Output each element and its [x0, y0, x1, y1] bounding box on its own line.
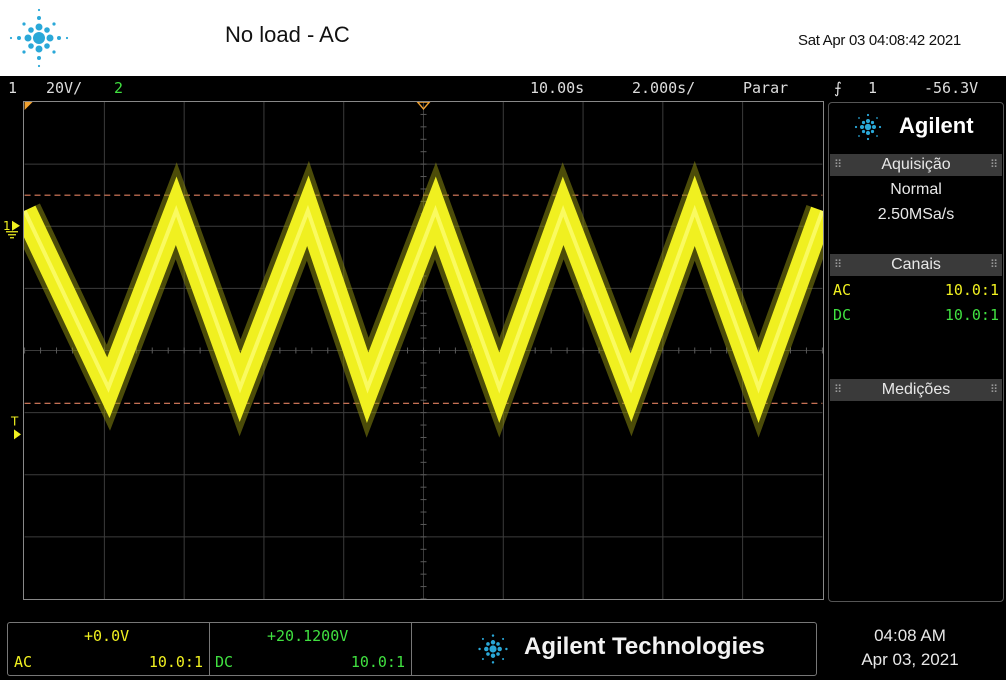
right-sidebar: Agilent ⠿ Aquisição ⠿ Normal 2.50MSa/s ⠿…: [828, 102, 1004, 602]
measurements-header[interactable]: ⠿ Medições ⠿: [830, 379, 1002, 401]
ch1-probe: 10.0:1: [148, 653, 203, 671]
channel-1-coupling: AC: [833, 281, 852, 299]
acquisition-mode: Normal: [890, 181, 942, 198]
sample-rate: 2.50MSa/s: [877, 206, 955, 223]
channel-2-coupling: DC: [833, 306, 852, 324]
clock-date: Apr 03, 2021: [861, 650, 959, 669]
ch1-number[interactable]: 1: [8, 79, 17, 97]
sidebar-brand: Agilent: [829, 103, 1003, 151]
ch1-scale[interactable]: 20V/: [46, 79, 82, 97]
channels-header-label: Canais: [891, 256, 941, 273]
trigger-slope-icon: ⨍: [834, 79, 842, 97]
page-title: No load - AC: [225, 22, 350, 47]
brand-footer: Agilent Technologies: [412, 623, 816, 675]
ch1-level-arrow: [12, 220, 20, 231]
time-scale[interactable]: 2.000s/: [632, 79, 695, 97]
run-state[interactable]: Parar: [743, 79, 788, 97]
graticule: [24, 102, 823, 599]
channels-header[interactable]: ⠿ Canais ⠿: [830, 254, 1002, 276]
ch2-coupling: DC: [215, 653, 234, 671]
time-delay[interactable]: 10.00s: [530, 79, 584, 97]
waveform-display[interactable]: [23, 101, 824, 600]
ch2-number[interactable]: 2: [114, 79, 123, 97]
acquisition-header[interactable]: ⠿ Aquisição ⠿: [830, 154, 1002, 176]
ch1-marker-icon: 1: [3, 219, 11, 233]
channel-1-probe: 10.0:1: [944, 281, 999, 299]
trigger-source[interactable]: 1: [868, 79, 877, 97]
bottom-channel-panel: +0.0V AC 10.0:1 +20.1200V DC 10.0:1 Agil…: [7, 622, 817, 676]
capture-timestamp: Sat Apr 03 04:08:42 2021: [798, 32, 961, 49]
clock-time: 04:08 AM: [874, 626, 946, 645]
agilent-spark-icon: [9, 8, 69, 68]
status-bar: 1 20V/ 2 10.00s 2.000s/ Parar ⨍ 1 -56.3V: [0, 76, 1006, 100]
ch1-coupling: AC: [14, 653, 33, 671]
clock: 04:08 AM Apr 03, 2021: [848, 624, 972, 672]
ch2-info-cell[interactable]: +20.1200V DC 10.0:1: [209, 623, 412, 675]
trigger-level[interactable]: -56.3V: [924, 79, 978, 97]
ch2-offset: +20.1200V: [267, 627, 349, 645]
agilent-spark-icon: [478, 634, 508, 664]
left-marker-strip: 1T: [3, 219, 21, 440]
ch2-probe: 10.0:1: [350, 653, 405, 671]
trigger-level-label: T: [10, 414, 19, 428]
markers: [24, 102, 431, 111]
acquisition-header-label: Aquisição: [881, 156, 951, 173]
channel-2-probe: 10.0:1: [944, 306, 999, 324]
agilent-spark-icon: [854, 113, 882, 141]
trigger-level-arrow: [14, 429, 21, 440]
measurements-header-label: Medições: [881, 381, 951, 398]
time-origin-marker: [24, 102, 33, 110]
sidebar-brand-label: Agilent: [899, 113, 974, 138]
brand-footer-label: Agilent Technologies: [524, 633, 765, 660]
ch1-offset: +0.0V: [84, 627, 130, 645]
top-header: No load - AC Sat Apr 03 04:08:42 2021: [0, 0, 1006, 76]
ch1-info-cell[interactable]: +0.0V AC 10.0:1: [8, 623, 210, 675]
